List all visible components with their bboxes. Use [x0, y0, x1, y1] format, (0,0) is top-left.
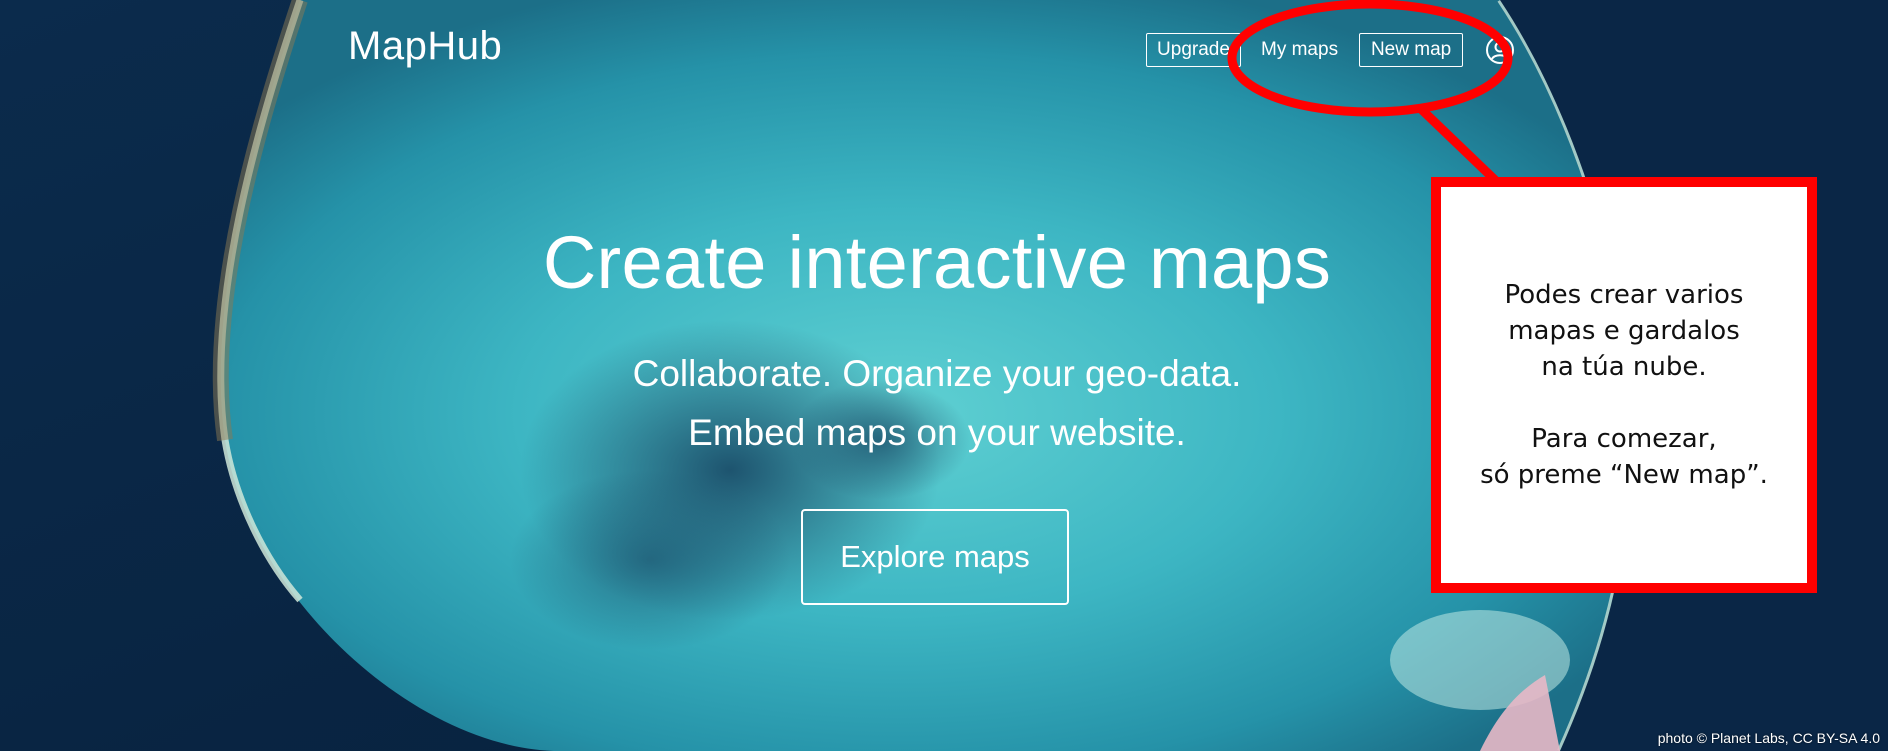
top-nav: Upgrade My maps New map: [1146, 33, 1515, 67]
my-maps-link[interactable]: My maps: [1252, 33, 1347, 67]
callout-line: na túa nube.: [1541, 352, 1707, 382]
callout-line: Para comezar,: [1531, 424, 1717, 454]
callout-paragraph-1: Podes crear varios mapas e gardalos na t…: [1505, 277, 1744, 385]
photo-credit: photo © Planet Labs, CC BY-SA 4.0: [1657, 730, 1880, 746]
explore-maps-button[interactable]: Explore maps: [801, 509, 1069, 605]
upgrade-button[interactable]: Upgrade: [1146, 33, 1241, 67]
callout-paragraph-2: Para comezar, só preme “New map”.: [1480, 421, 1768, 493]
maphub-homepage: MapHub Upgrade My maps New map Create in…: [0, 0, 1888, 751]
maphub-logo[interactable]: MapHub: [348, 24, 502, 69]
user-circle-icon[interactable]: [1485, 35, 1515, 65]
callout-line: só preme “New map”.: [1480, 460, 1768, 490]
callout-line: mapas e gardalos: [1508, 316, 1740, 346]
callout-line: Podes crear varios: [1504, 280, 1744, 310]
new-map-button[interactable]: New map: [1359, 33, 1464, 67]
annotation-callout: Podes crear varios mapas e gardalos na t…: [1431, 177, 1817, 593]
